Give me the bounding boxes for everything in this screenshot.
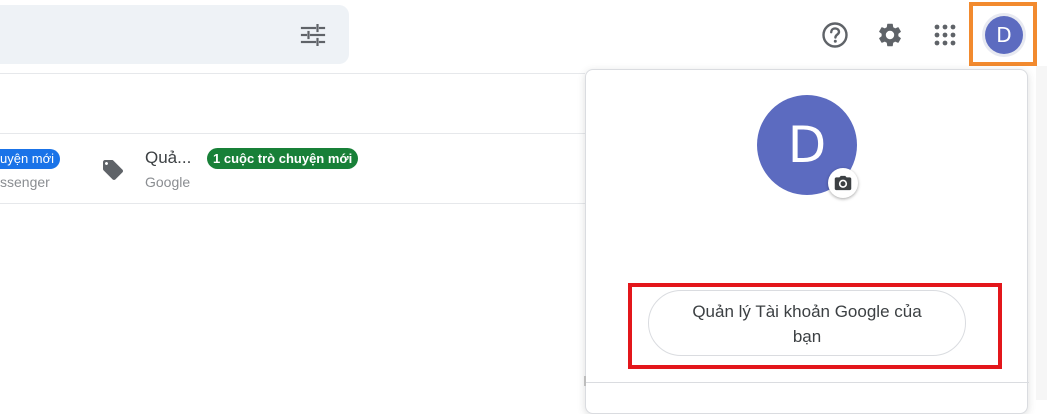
divider: [586, 382, 1029, 383]
account-avatar-button[interactable]: D: [982, 13, 1026, 57]
sender-name[interactable]: Quả...: [145, 148, 191, 168]
search-bar[interactable]: [0, 5, 349, 64]
gear-icon[interactable]: [871, 16, 909, 54]
scroll-marker: [584, 376, 586, 386]
divider: [0, 73, 585, 74]
row-subtitle: ssenger: [0, 174, 50, 190]
manage-button-label-line1: Quản lý Tài khoản Google của: [692, 302, 922, 321]
divider: [0, 203, 585, 204]
row-subtitle: Google: [145, 174, 191, 190]
divider: [0, 133, 585, 134]
camera-icon[interactable]: [828, 168, 858, 198]
new-conversation-badge: 1 cuộc trò chuyện mới: [207, 148, 359, 169]
new-conversations-badge: uyện mới: [0, 149, 61, 169]
manage-button-label-line2: bạn: [792, 327, 822, 346]
help-icon[interactable]: [816, 16, 854, 54]
label-tag-icon: [101, 158, 125, 182]
scrollbar[interactable]: [1036, 66, 1047, 400]
tune-icon[interactable]: [298, 20, 328, 50]
apps-grid-icon[interactable]: [926, 16, 964, 54]
manage-google-account-button[interactable]: Quản lý Tài khoản Google của bạn: [648, 290, 966, 356]
avatar-letter: D: [985, 16, 1023, 54]
